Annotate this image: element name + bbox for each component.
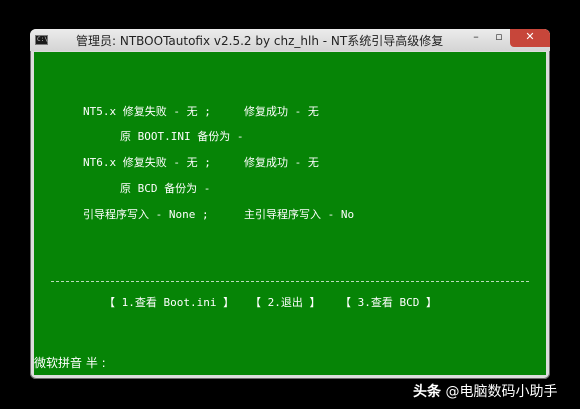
nt5-backup-status: 原 BOOT.INI 备份为 - <box>120 130 244 143</box>
close-button[interactable]: ✕ <box>510 29 550 47</box>
menu-option-view-bootini[interactable]: 【 1.查看 Boot.ini 】 <box>104 294 234 310</box>
window-title: 管理员: NTBOOTautofix v2.5.2 by chz_hlh - N… <box>76 34 444 48</box>
nt6-success-status: 修复成功 - 无 <box>244 156 319 169</box>
ime-status: 微软拼音 半 : <box>34 356 106 370</box>
nt5-fail-status: NT5.x 修复失败 - 无 ; <box>83 105 211 118</box>
nt6-backup-status: 原 BCD 备份为 - <box>120 182 211 195</box>
nt5-success-status: 修复成功 - 无 <box>244 105 319 118</box>
nt6-fail-status: NT6.x 修复失败 - 无 ; <box>83 156 211 169</box>
menu-option-exit[interactable]: 【 2.退出 】 <box>250 294 321 310</box>
watermark-brand: 头条 <box>413 384 441 400</box>
console-window: C:\ 管理员: NTBOOTautofix v2.5.2 by chz_hlh… <box>30 29 550 379</box>
console-output[interactable]: NT5.x 修复失败 - 无 ; 修复成功 - 无 原 BOOT.INI 备份为… <box>34 52 546 375</box>
watermark-author: @电脑数码小助手 <box>445 384 558 400</box>
divider-line <box>51 281 529 282</box>
menu-option-view-bcd[interactable]: 【 3.查看 BCD 】 <box>340 294 437 310</box>
watermark: 头条 @电脑数码小助手 <box>413 381 557 401</box>
title-bar[interactable]: C:\ 管理员: NTBOOTautofix v2.5.2 by chz_hlh… <box>30 29 550 51</box>
console-icon[interactable]: C:\ <box>35 35 48 45</box>
mbr-write-status: 主引导程序写入 - No <box>244 208 355 221</box>
bootcode-write-status: 引导程序写入 - None ; <box>83 208 209 221</box>
maximize-button[interactable]: ▫ <box>488 29 510 47</box>
minimize-button[interactable]: – <box>464 29 488 47</box>
